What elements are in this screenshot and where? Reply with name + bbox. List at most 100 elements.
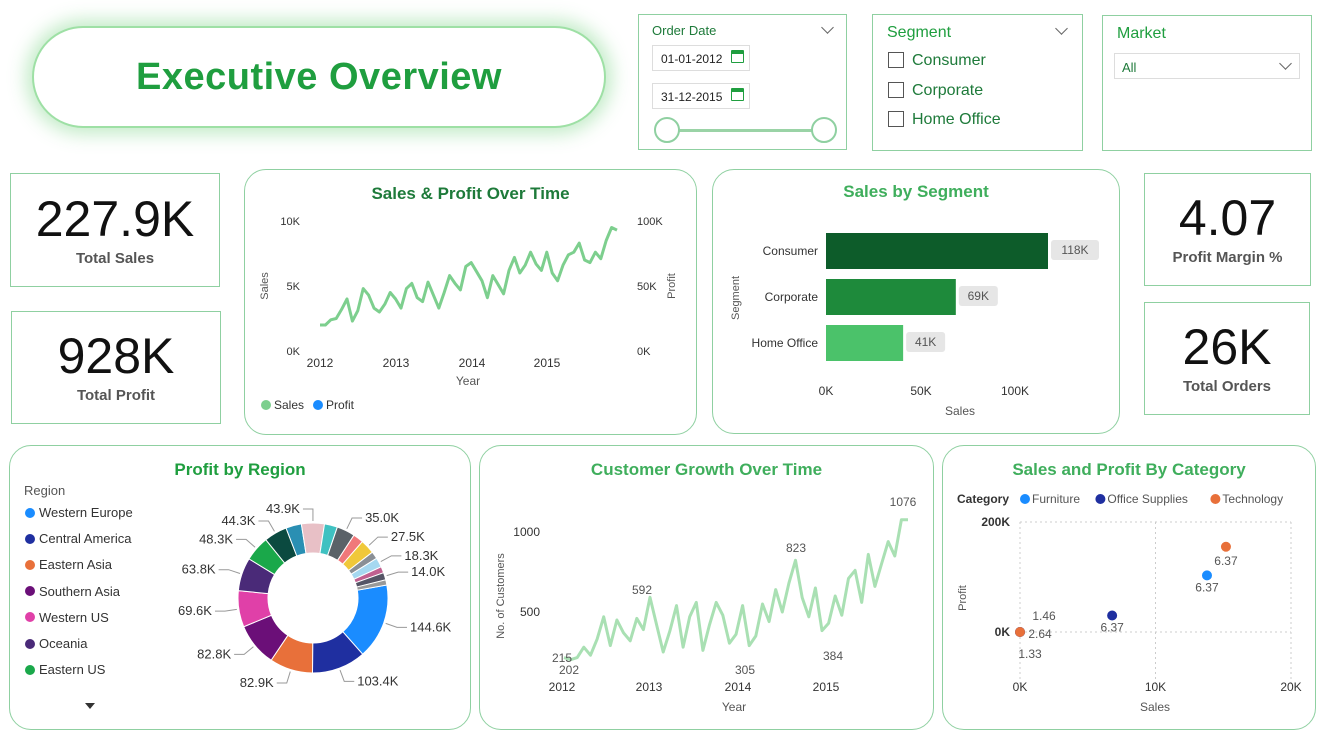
category-label: Corporate xyxy=(765,290,819,304)
segment-label: Segment xyxy=(887,24,952,41)
x-tick-label: 10K xyxy=(1145,680,1166,694)
y2-tick-label: 0K xyxy=(637,346,651,358)
page-title: Executive Overview xyxy=(136,55,502,98)
slice-data-label: 35.0K xyxy=(365,510,399,525)
leader-line xyxy=(385,622,408,628)
category-label: Home Office xyxy=(752,336,819,350)
data-label: 118K xyxy=(1061,243,1088,257)
scatter-point-technology xyxy=(1220,541,1231,552)
series-line-sales xyxy=(320,226,618,327)
profit-by-region-card: Profit by Region Region Western Europe Ce… xyxy=(9,445,471,730)
leader-line xyxy=(214,608,237,612)
x-axis-label: Sales xyxy=(945,404,975,418)
chevron-down-icon[interactable] xyxy=(1279,57,1292,70)
x-axis-label: Year xyxy=(722,700,746,714)
data-label: 41K xyxy=(915,335,936,349)
x-tick-label: 2014 xyxy=(459,356,486,370)
total-orders-card: 26K Total Orders xyxy=(1144,302,1310,415)
leader-line xyxy=(218,569,241,574)
leader-line xyxy=(386,571,409,577)
x-tick-label: 2015 xyxy=(534,356,561,370)
x-tick-label: 2013 xyxy=(383,356,410,370)
slice-data-label: 44.3K xyxy=(221,513,255,528)
leader-line xyxy=(380,555,402,562)
leader-line xyxy=(339,669,355,682)
order-date-slicer[interactable]: Order Date 01-01-2012 31-12-2015 xyxy=(638,14,847,150)
x-axis-label: Sales xyxy=(1140,700,1170,714)
total-sales-label: Total Sales xyxy=(75,249,155,267)
profit-margin-value: 4.07 xyxy=(1178,190,1277,246)
slice-data-label: 82.8K xyxy=(197,646,231,661)
x-axis-label: Year xyxy=(456,374,480,388)
y2-axis-label: Profit xyxy=(666,273,678,299)
corporate-checkbox[interactable] xyxy=(888,82,904,98)
date-range-track[interactable] xyxy=(667,129,827,132)
slice-data-label: 27.5K xyxy=(391,529,425,544)
legend-marker xyxy=(313,400,323,410)
leader-line xyxy=(236,538,256,548)
point-data-label: 1.46 xyxy=(1032,609,1056,623)
point-annotation: 1076 xyxy=(890,495,917,509)
bar-corporate xyxy=(826,279,956,315)
y-tick-label: 0K xyxy=(995,625,1011,639)
point-annotation: 823 xyxy=(786,541,806,555)
customer-growth-line-chart: 500 1000 No. of Customers 2012 2013 2014 2015 Y… xyxy=(495,495,917,714)
customer-growth-card: Customer Growth Over Time 500 1000 No. of … xyxy=(479,445,934,730)
corporate-option-label[interactable]: Corporate xyxy=(912,82,983,100)
total-profit-value: 928K xyxy=(57,328,175,384)
x-tick-label: 2013 xyxy=(636,680,663,694)
market-dropdown[interactable]: All xyxy=(1114,53,1300,79)
y-tick-label: 0K xyxy=(287,346,301,358)
date-range-start-handle[interactable] xyxy=(654,117,680,143)
category-label: Consumer xyxy=(763,244,818,258)
sales-profit-over-time-card: Sales & Profit Over Time 0K 5K 10K 0K 50K 100… xyxy=(244,169,697,435)
date-range-end-handle[interactable] xyxy=(811,117,837,143)
total-orders-value: 26K xyxy=(1182,319,1272,375)
legend-label: Profit xyxy=(326,398,355,412)
y-axis-label: Segment xyxy=(730,276,742,320)
total-orders-label: Total Orders xyxy=(1182,378,1272,395)
consumer-option-label[interactable]: Consumer xyxy=(912,52,986,70)
calendar-icon[interactable] xyxy=(731,88,744,101)
x-tick-label: 2014 xyxy=(725,680,752,694)
consumer-checkbox[interactable] xyxy=(888,52,904,68)
y-tick-label: 10K xyxy=(280,216,300,228)
calendar-icon[interactable] xyxy=(731,50,744,63)
chevron-down-icon[interactable] xyxy=(821,21,834,34)
segment-slicer: Segment Consumer Corporate Home Office xyxy=(872,14,1083,151)
dashboard-title-banner: Executive Overview xyxy=(32,26,606,128)
leader-line xyxy=(302,508,314,522)
sales-profit-line-chart: 0K 5K 10K 0K 50K 100K Sales Profit 2012 2013 2014 2… xyxy=(259,216,678,412)
leader-line xyxy=(234,646,254,655)
point-annotation: 202 xyxy=(559,663,579,677)
start-date-input[interactable]: 01-01-2012 xyxy=(652,45,750,71)
sales-by-segment-bar-chart: Consumer 118K Corporate 69K Home Office 41K 0K… xyxy=(730,233,1099,418)
bar-consumer xyxy=(826,233,1048,269)
y2-tick-label: 50K xyxy=(637,281,657,293)
total-sales-card: 227.9K Total Sales xyxy=(10,173,220,287)
slice-data-label: 103.4K xyxy=(357,673,399,688)
x-tick-label: 2012 xyxy=(549,680,576,694)
total-sales-value: 227.9K xyxy=(35,190,195,247)
point-annotation: 384 xyxy=(823,649,843,663)
x-tick-label: 100K xyxy=(1001,384,1029,398)
point-data-label: 2.64 xyxy=(1028,627,1052,641)
slice-data-label: 18.3K xyxy=(404,548,438,563)
total-profit-card: 928K Total Profit xyxy=(11,311,221,424)
end-date-input[interactable]: 31-12-2015 xyxy=(652,83,750,109)
profit-margin-label: Profit Margin % xyxy=(1172,249,1283,266)
total-profit-label: Total Profit xyxy=(76,387,156,404)
home-office-checkbox[interactable] xyxy=(888,111,904,127)
point-annotation: 592 xyxy=(632,583,652,597)
slice-data-label: 48.3K xyxy=(199,531,233,546)
legend-label: Sales xyxy=(274,398,304,412)
legend-label: Furniture xyxy=(1032,492,1080,506)
point-data-label: 6.37 xyxy=(1214,554,1238,568)
sales-by-segment-card: Sales by Segment Consumer 118K Corporate 69… xyxy=(712,169,1120,434)
slice-data-label: 43.9K xyxy=(266,501,300,516)
y-axis-label: Sales xyxy=(259,272,271,300)
home-office-option-label[interactable]: Home Office xyxy=(912,111,1001,129)
chevron-down-icon[interactable] xyxy=(1055,22,1068,35)
scatter-point-office-supplies xyxy=(1107,610,1118,621)
legend-marker xyxy=(1020,494,1030,504)
